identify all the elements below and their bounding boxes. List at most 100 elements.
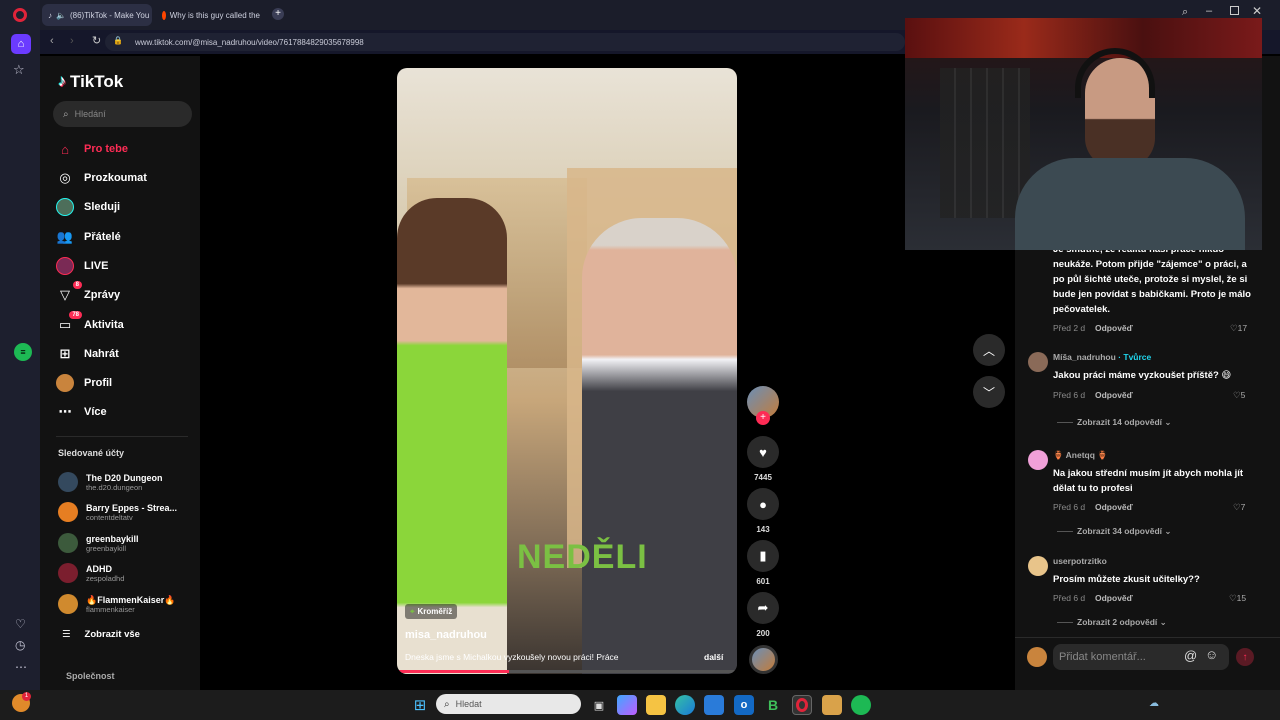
mention-icon[interactable]: @ (1184, 648, 1197, 663)
comment-like-button[interactable]: ♡17 (1230, 323, 1247, 334)
comment-like-button[interactable]: ♡5 (1233, 390, 1245, 401)
copilot-icon[interactable] (617, 695, 637, 715)
comment-username[interactable]: userpotrzitko (1053, 556, 1107, 566)
like-button[interactable]: ♥ (747, 436, 779, 468)
followed-account[interactable]: greenbaykill greenbaykill (58, 529, 139, 557)
comment-time: Před 6 d (1053, 502, 1086, 512)
nav-vice[interactable]: ⋯ Více (56, 401, 107, 423)
save-button[interactable]: ▮ (747, 540, 779, 572)
app-robot-icon[interactable] (822, 695, 842, 715)
tray-icon[interactable]: ☁ (1149, 698, 1159, 709)
store-icon[interactable] (704, 695, 724, 715)
spotify-taskbar-icon[interactable] (851, 695, 871, 715)
forward-icon[interactable]: › (70, 35, 74, 47)
app-b-icon[interactable]: B (763, 695, 783, 715)
file-explorer-icon[interactable] (646, 695, 666, 715)
comment-like-button[interactable]: ♡15 (1229, 593, 1246, 604)
tiktok-logo[interactable]: ♪ TikTok (58, 72, 123, 92)
url-input[interactable]: 🔒 www.tiktok.com/@misa_nadruhou/video/76… (105, 33, 905, 51)
home-icon[interactable]: ⌂ (11, 34, 31, 54)
location-tag[interactable]: ⌖ Kroměříž (405, 604, 458, 619)
spotify-icon[interactable]: ≡ (14, 343, 32, 361)
task-view-icon[interactable]: ▣ (589, 695, 609, 715)
more-icon[interactable]: ⋯ (15, 660, 27, 674)
comment-text: Je smutné, že realitu naší práce nikdo n… (1053, 244, 1251, 315)
caption-more-link[interactable]: další (704, 652, 723, 662)
send-button[interactable]: ↑ (1236, 648, 1254, 666)
nav-nahrat[interactable]: ⊞ Nahrát (56, 343, 119, 365)
opera-logo-icon[interactable] (13, 8, 27, 22)
video-author[interactable]: misa_nadruhou (405, 629, 487, 641)
followed-account[interactable]: ADHD zespoladhd (58, 559, 124, 587)
new-tab-button[interactable]: + (272, 8, 284, 20)
avatar[interactable] (1028, 556, 1048, 576)
tab-tiktok[interactable]: ♪ 🔈 (86)TikTok - Make You (42, 4, 152, 26)
nav-live[interactable]: LIVE (56, 255, 108, 277)
heart-icon[interactable]: ♡ (15, 617, 26, 631)
avatar[interactable] (1028, 450, 1048, 470)
windows-start-icon[interactable]: ⊞ (410, 695, 430, 715)
opera-logo-icon (796, 698, 808, 712)
comment-user[interactable]: Míša_nadruhou · Tvůrce (1053, 352, 1151, 362)
emoji-icon[interactable]: ☺ (1205, 647, 1218, 662)
star-icon[interactable]: ☆ (13, 62, 25, 78)
nav-pro-tebe[interactable]: ⌂ Pro tebe (56, 138, 128, 160)
nav-profil[interactable]: Profil (56, 372, 112, 394)
show-all-button[interactable]: ☰ Zobrazit vše (62, 629, 140, 640)
speaker-icon[interactable]: 🔈 (56, 11, 66, 20)
nav-label: Pro tebe (84, 143, 129, 155)
maximize-icon[interactable] (1230, 6, 1239, 15)
reload-icon[interactable]: ↻ (92, 34, 101, 47)
follow-plus-icon[interactable]: + (756, 411, 770, 425)
reply-button[interactable]: Odpověď (1095, 390, 1133, 400)
nav-prozkoumat[interactable]: ◎ Prozkoumat (56, 167, 147, 189)
taskbar-search-placeholder: Hledat (455, 699, 482, 709)
previous-video-button[interactable]: ︿ (973, 334, 1005, 366)
view-replies-button[interactable]: Zobrazit 2 odpovědí ⌄ (1057, 617, 1167, 628)
reply-button[interactable]: Odpověď (1095, 323, 1133, 333)
search-placeholder: Hledání (74, 109, 106, 119)
shelf-bg (940, 68, 1030, 218)
tab-reddit[interactable]: Why is this guy called the (156, 4, 266, 26)
webcam-overlay (905, 18, 1262, 250)
comment-input[interactable]: Přidat komentář... (1053, 644, 1229, 670)
music-disc[interactable] (749, 645, 778, 674)
reply-button[interactable]: Odpověď (1095, 593, 1133, 603)
minimize-icon[interactable]: – (1206, 5, 1212, 17)
footer-company[interactable]: Společnost (66, 671, 115, 681)
followed-account[interactable]: The D20 Dungeon the.d20.dungeon (58, 468, 163, 496)
nav-aktivita[interactable]: ▭ 78 Aktivita (56, 311, 124, 336)
edge-icon[interactable] (675, 695, 695, 715)
messages-icon: ▽ 8 (56, 281, 82, 304)
comment-button[interactable]: ● (747, 488, 779, 520)
opera-taskbar-icon[interactable] (792, 695, 812, 715)
back-icon[interactable]: ‹ (50, 35, 54, 47)
nav-zpravy[interactable]: ▽ 8 Zprávy (56, 281, 120, 306)
close-icon[interactable]: ✕ (1252, 4, 1262, 18)
taskbar-search[interactable]: ⌕ Hledat (436, 694, 581, 714)
avatar[interactable] (1028, 352, 1048, 372)
tiktok-note-icon: ♪ (58, 73, 66, 90)
account-handle: contentdeltatv (86, 512, 133, 522)
chevron-down-icon: ⌄ (1159, 617, 1167, 627)
outlook-icon[interactable]: o (734, 695, 754, 715)
account-handle: the.d20.dungeon (86, 482, 143, 492)
more-icon: ⋯ (58, 404, 72, 419)
progress-bar[interactable] (397, 670, 737, 673)
followed-account[interactable]: Barry Eppes - Strea... contentdeltatv (58, 498, 177, 526)
video-player[interactable]: NEDĚLI ⌖ Kroměříž misa_nadruhou Dneska j… (397, 68, 737, 674)
view-replies-button[interactable]: Zobrazit 34 odpovědí ⌄ (1057, 526, 1172, 537)
view-replies-button[interactable]: Zobrazit 14 odpovědí ⌄ (1057, 417, 1172, 428)
nav-pratele[interactable]: 👥 Přátelé (56, 226, 121, 248)
comment-like-button[interactable]: ♡7 (1233, 502, 1245, 513)
history-icon[interactable]: ◷ (15, 638, 25, 652)
heart-icon: ♥ (759, 444, 767, 460)
followed-account[interactable]: 🔥FlammenKaiser🔥 flammenkaiser (58, 590, 175, 618)
next-video-button[interactable]: ﹀ (973, 376, 1005, 408)
comment-username[interactable]: 🏺 Anetqq 🏺 (1053, 450, 1108, 461)
share-button[interactable]: ➦ (747, 592, 779, 624)
video-caption: Dneska jsme s Michalkou vyzkoušely novou… (405, 652, 619, 662)
reply-button[interactable]: Odpověď (1095, 502, 1133, 512)
search-box[interactable]: ⌕ Hledání (53, 101, 192, 127)
nav-sleduji[interactable]: Sleduji (56, 196, 120, 218)
